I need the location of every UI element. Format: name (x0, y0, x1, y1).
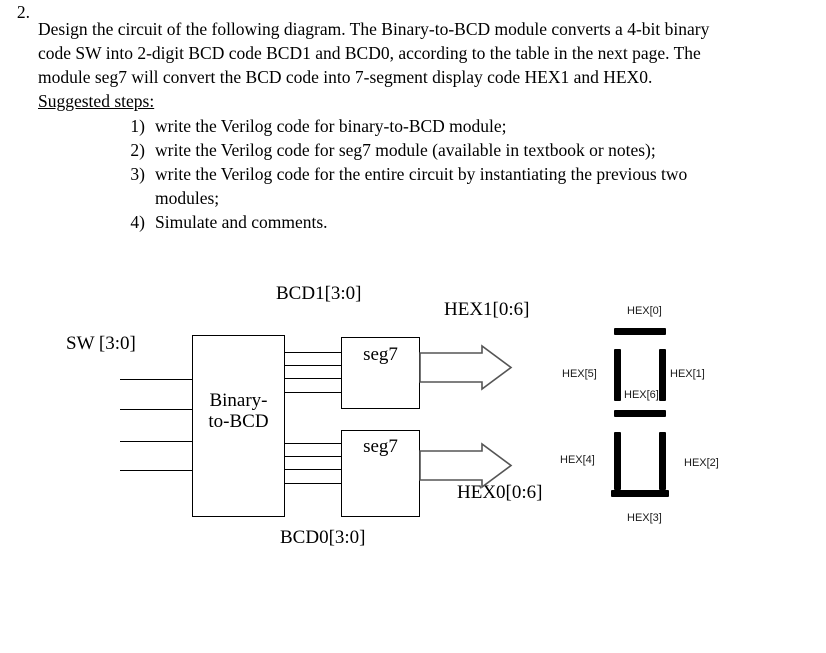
list-item: 1) write the Verilog code for binary-to-… (111, 114, 728, 138)
hex0-bus-arrow (419, 442, 513, 489)
segment-top-right-icon (659, 349, 666, 401)
step-marker: 1) (130, 116, 145, 136)
binary-to-bcd-label-line2: to-BCD (208, 411, 269, 432)
bcd0-bus-label: BCD0[3:0] (280, 527, 366, 548)
step-marker: 3) (130, 164, 145, 184)
segment-bottom-left-icon (614, 432, 621, 490)
bcd1-wire-3 (285, 352, 342, 353)
question-block: 2. Design the circuit of the following d… (0, 0, 826, 234)
segment-top-left-label: HEX[5] (562, 368, 597, 380)
step-text: Simulate and comments. (155, 212, 328, 232)
suggested-steps-heading: Suggested steps: (38, 91, 155, 111)
binary-to-bcd-label-line1: Binary- (209, 390, 268, 411)
bcd0-wire-0 (285, 483, 342, 484)
step-text: write the Verilog code for binary-to-BCD… (155, 116, 507, 136)
bcd1-bus-label: BCD1[3:0] (276, 283, 362, 304)
steps-list-row: 1) write the Verilog code for binary-to-… (0, 113, 826, 234)
question-main-row: 2. Design the circuit of the following d… (0, 0, 826, 89)
step-text: write the Verilog code for the entire ci… (155, 164, 688, 208)
list-item: 3) write the Verilog code for the entire… (111, 162, 728, 210)
bcd1-wire-2 (285, 365, 342, 366)
step-marker: 2) (130, 140, 145, 160)
segment-top-label: HEX[0] (627, 305, 662, 317)
list-item: 4) Simulate and comments. (111, 210, 728, 234)
segment-top-right-label: HEX[1] (670, 368, 705, 380)
question-number: 2. (16, 2, 30, 22)
steps-heading-wrap: Suggested steps: (38, 89, 728, 113)
suggested-steps-row: Suggested steps: (0, 89, 826, 113)
bcd1-wire-1 (285, 378, 342, 379)
segment-middle-label: HEX[6] (624, 389, 659, 401)
bcd0-wire-2 (285, 456, 342, 457)
segment-top-icon (614, 328, 666, 335)
step-text: write the Verilog code for seg7 module (… (155, 140, 656, 160)
bcd0-wire-3 (285, 443, 342, 444)
suggested-steps-list: 1) write the Verilog code for binary-to-… (111, 114, 728, 234)
hex1-bus-arrow (419, 344, 513, 391)
sw-input-label: SW [3:0] (66, 333, 136, 354)
segment-bottom-left-label: HEX[4] (560, 454, 595, 466)
steps-indent: 1) write the Verilog code for binary-to-… (38, 114, 728, 234)
segment-bottom-right-label: HEX[2] (684, 457, 719, 469)
segment-bottom-right-icon (659, 432, 666, 490)
hex1-bus-label: HEX1[0:6] (444, 299, 530, 320)
bcd0-wire-1 (285, 469, 342, 470)
sw-input-wire-0 (120, 470, 193, 471)
list-item: 2) write the Verilog code for seg7 modul… (111, 138, 728, 162)
segment-top-left-icon (614, 349, 621, 401)
bcd1-wire-0 (285, 392, 342, 393)
segment-middle-icon (614, 410, 666, 417)
seg7-bottom-label: seg7 (363, 436, 398, 457)
steps-list-wrap: 1) write the Verilog code for binary-to-… (38, 113, 728, 234)
segment-bottom-icon (611, 490, 669, 497)
circuit-block-diagram: BCD1[3:0] HEX1[0:6] SW [3:0] HEX0[0:6] B… (0, 258, 826, 578)
sw-input-wire-2 (120, 409, 193, 410)
seg7-top-label: seg7 (363, 344, 398, 365)
segment-bottom-label: HEX[3] (627, 512, 662, 524)
question-paragraph: Design the circuit of the following diag… (38, 19, 710, 87)
sw-input-wire-1 (120, 441, 193, 442)
sw-input-wire-3 (120, 379, 193, 380)
step-marker: 4) (130, 212, 145, 232)
